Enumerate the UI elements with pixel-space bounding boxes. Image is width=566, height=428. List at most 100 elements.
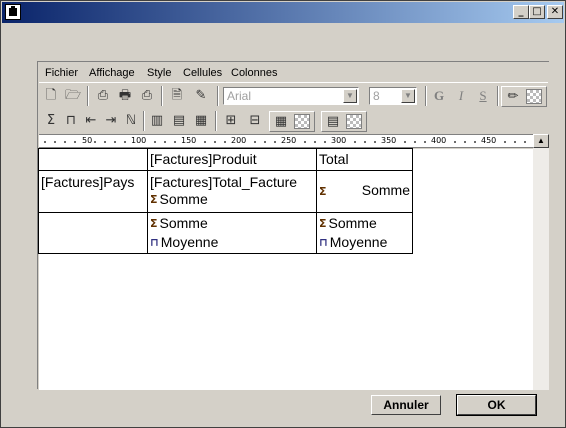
print-preview-icon[interactable]: ⎙ — [93, 86, 113, 106]
cell-total-header[interactable]: Total — [316, 148, 413, 171]
ruler-label: 200 — [231, 136, 247, 145]
edit-icon[interactable]: ✎ — [191, 86, 211, 106]
somme-line: Σ Somme — [150, 215, 208, 231]
scroll-up-icon[interactable]: ▲ — [533, 134, 549, 148]
moyenne-text: Moyenne — [329, 234, 388, 250]
toolbar-separator — [143, 111, 145, 131]
pays-text: [Factures]Pays — [41, 174, 135, 190]
open-folder-icon[interactable]: 🗁 — [63, 86, 83, 106]
toolbar-separator — [215, 111, 217, 131]
toolbar-separator — [497, 86, 499, 106]
ruler-label: 350 — [381, 136, 397, 145]
cell-totals-produit[interactable]: Σ Somme ⊓ Moyenne — [147, 212, 317, 254]
title-bar[interactable]: _ □ ✕ — [2, 2, 564, 23]
cell-totals-total[interactable]: Σ Somme ⊓ Moyenne — [316, 212, 413, 254]
total-header-text: Total — [319, 151, 349, 167]
column-style-icon[interactable]: ▤ — [323, 112, 343, 132]
moyenne-line: ⊓ Moyenne — [150, 234, 218, 250]
minimize-button[interactable]: _ — [513, 5, 529, 19]
total-somme-text: Somme — [361, 182, 410, 198]
ruler-label: 450 — [481, 136, 497, 145]
average-icon: ⊓ — [319, 236, 328, 249]
average-icon[interactable]: ⊓ — [61, 111, 81, 131]
new-document-icon[interactable]: 🗋 — [41, 86, 61, 106]
cell-empty-totals[interactable] — [38, 212, 148, 254]
report-editor-window: _ □ ✕ Fichier Affichage Style Cellules C… — [0, 0, 566, 428]
report-editor-panel: Fichier Affichage Style Cellules Colonne… — [37, 61, 549, 390]
horizontal-ruler: 50 100 150 200 250 300 350 400 450 — [39, 134, 535, 148]
page-setup-icon[interactable]: 🗎 — [167, 86, 187, 106]
cell-style-group: ▦ — [269, 111, 315, 132]
cell-pays[interactable]: [Factures]Pays — [38, 170, 148, 213]
cell-total-facture[interactable]: [Factures]Total_Facture Σ Somme — [147, 170, 317, 213]
close-button[interactable]: ✕ — [547, 5, 563, 19]
chevron-down-icon[interactable]: ▼ — [401, 89, 415, 103]
ruler-label: 50 — [82, 136, 93, 145]
cell-borders-icon[interactable]: ▦ — [271, 112, 291, 132]
somme-line: Σ Somme — [319, 215, 377, 231]
ruler-label: 150 — [181, 136, 197, 145]
column-pattern-icon[interactable] — [346, 114, 362, 129]
menu-fichier[interactable]: Fichier — [45, 67, 78, 79]
cancel-button[interactable]: Annuler — [371, 395, 441, 415]
column-fill-icon[interactable]: ⊟ — [245, 111, 265, 131]
toolbar-separator — [425, 86, 427, 106]
somme-text: Somme — [328, 215, 377, 231]
lines-icon[interactable]: ▦ — [191, 111, 211, 131]
column-border-icon[interactable]: ⊞ — [221, 111, 241, 131]
font-select[interactable]: Arial ▼ — [223, 87, 359, 105]
print-setup-icon[interactable]: ⎙ — [137, 86, 157, 106]
app-icon — [5, 4, 21, 20]
total-facture-text: [Factures]Total_Facture — [150, 174, 298, 190]
chevron-down-icon[interactable]: ▼ — [343, 89, 357, 103]
somme-text: Somme — [159, 191, 208, 207]
menu-cellules[interactable]: Cellules — [183, 67, 222, 79]
moyenne-line: ⊓ Moyenne — [319, 234, 387, 250]
print-icon[interactable]: 🖶 — [115, 86, 135, 106]
cell-total-somme[interactable]: Σ Somme — [316, 170, 413, 213]
ruler-label: 400 — [431, 136, 447, 145]
ok-button[interactable]: OK — [456, 394, 537, 416]
somme-line: Σ Somme — [150, 191, 208, 207]
font-select-value: Arial — [227, 89, 252, 103]
ruler-label: 100 — [131, 136, 147, 145]
average-icon: ⊓ — [150, 236, 159, 249]
pencil-icon[interactable]: ✏ — [503, 87, 523, 107]
size-select[interactable]: 8 ▼ — [369, 87, 417, 105]
formatting-toolbar: 🗋 🗁 ⎙ 🖶 ⎙ 🗎 ✎ Arial ▼ 8 ▼ G I S ✏ — [39, 84, 548, 108]
menu-style[interactable]: Style — [147, 67, 171, 79]
cell-produit-header[interactable]: [Factures]Produit — [147, 148, 317, 171]
color-group: ✏ — [501, 86, 547, 107]
italic-button[interactable]: I — [451, 86, 471, 106]
menu-colonnes[interactable]: Colonnes — [231, 67, 277, 79]
bold-button[interactable]: G — [429, 86, 449, 106]
somme-text: Somme — [159, 215, 208, 231]
menu-bar: Fichier Affichage Style Cellules Colonne… — [39, 63, 548, 83]
sum-icon: Σ — [319, 185, 327, 198]
vertical-scrollbar[interactable]: ▲ — [533, 134, 549, 390]
size-select-value: 8 — [373, 89, 380, 103]
grid-lines-icon[interactable]: ▥ — [147, 111, 167, 131]
report-grid: [Factures]Produit Total [Factures]Pays [… — [38, 148, 533, 390]
ruler-label: 300 — [331, 136, 347, 145]
cell-empty-header[interactable] — [38, 148, 148, 171]
table-icon[interactable]: ▤ — [169, 111, 189, 131]
pattern-icon[interactable] — [526, 89, 542, 104]
toolbar-separator — [161, 86, 163, 106]
underline-button[interactable]: S — [473, 86, 493, 106]
insert-column-left-icon[interactable]: ⇤ — [81, 111, 101, 131]
ruler-label: 250 — [281, 136, 297, 145]
menu-affichage[interactable]: Affichage — [89, 67, 135, 79]
produit-header-text: [Factures]Produit — [150, 151, 257, 167]
cell-fill-icon[interactable] — [294, 114, 310, 129]
sum-icon: Σ — [150, 193, 158, 206]
sum-icon[interactable]: Σ — [41, 111, 61, 131]
sum-icon: Σ — [150, 217, 158, 230]
sum-icon: Σ — [319, 217, 327, 230]
count-icon[interactable]: ℕ — [121, 111, 141, 131]
insert-column-right-icon[interactable]: ⇥ — [101, 111, 121, 131]
maximize-button[interactable]: □ — [529, 5, 545, 19]
toolbar-separator — [217, 86, 219, 106]
moyenne-text: Moyenne — [160, 234, 219, 250]
report-toolbar: Σ ⊓ ⇤ ⇥ ℕ ▥ ▤ ▦ ⊞ ⊟ ▦ ▤ — [39, 109, 548, 133]
